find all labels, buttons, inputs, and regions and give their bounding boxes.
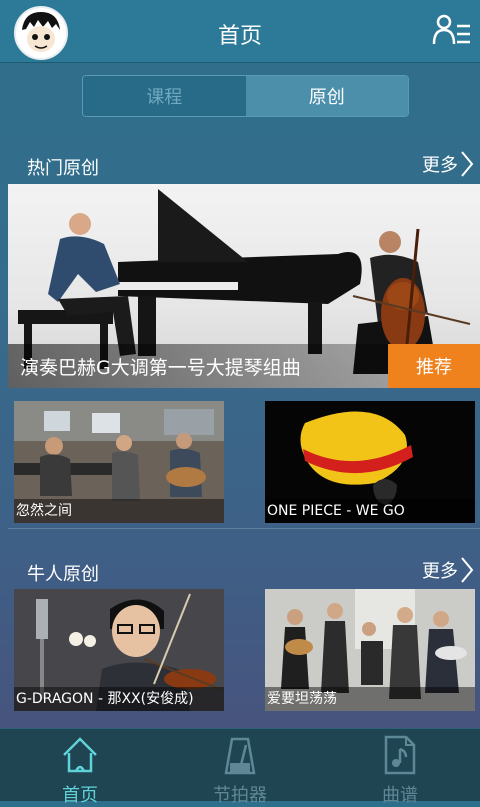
more-label: 更多 [422,155,458,176]
tile-caption: ONE PIECE - WE GO [265,499,475,523]
tile-caption: 忽然之间 [14,499,224,523]
metronome-icon [224,737,256,775]
video-tile[interactable]: G-DRAGON - 那XX(安俊成) [14,589,224,711]
banner-caption: 演奏巴赫G大调第一号大提琴组曲 [20,357,301,379]
segmented-control: 课程 原创 [82,75,409,117]
featured-banner[interactable]: 演奏巴赫G大调第一号大提琴组曲 推荐 [8,184,480,388]
user-list-icon[interactable] [432,12,472,48]
masters-section-header: 牛人原创 更多 [0,552,480,592]
video-tile[interactable]: 爱要坦荡荡 [265,589,475,711]
section-title-hot: 热门原创 [27,158,99,179]
tab-label: 节拍器 [213,785,267,806]
tab-metronome[interactable]: 节拍器 [160,729,320,806]
page-title: 首页 [217,24,262,49]
tile-caption: 爱要坦荡荡 [265,687,475,711]
tab-original[interactable]: 原创 [245,76,408,116]
tab-courses[interactable]: 课程 [83,76,246,116]
chevron-right-icon [461,151,474,177]
chevron-right-icon [461,557,474,583]
bottom-tab-bar: 首页 节拍器 曲谱 [0,728,480,806]
video-tile[interactable]: ONE PIECE - WE GO [265,401,475,523]
more-link-masters[interactable]: 更多 [422,556,474,584]
hot-section-header: 热门原创 更多 [0,146,480,186]
tab-home[interactable]: 首页 [0,729,160,806]
tile-caption: G-DRAGON - 那XX(安俊成) [14,687,224,711]
more-link-hot[interactable]: 更多 [422,150,474,178]
home-icon [63,737,97,773]
top-bar: 首页 [0,0,480,63]
tab-label: 曲谱 [382,785,418,806]
video-tile[interactable]: 忽然之间 [14,401,224,523]
tab-scores[interactable]: 曲谱 [320,729,480,806]
section-title-masters: 牛人原创 [27,564,99,585]
recommend-badge: 推荐 [388,344,480,388]
more-label: 更多 [422,561,458,582]
section-divider [8,528,480,529]
sheet-music-icon [384,735,416,775]
tab-label: 首页 [62,785,98,806]
